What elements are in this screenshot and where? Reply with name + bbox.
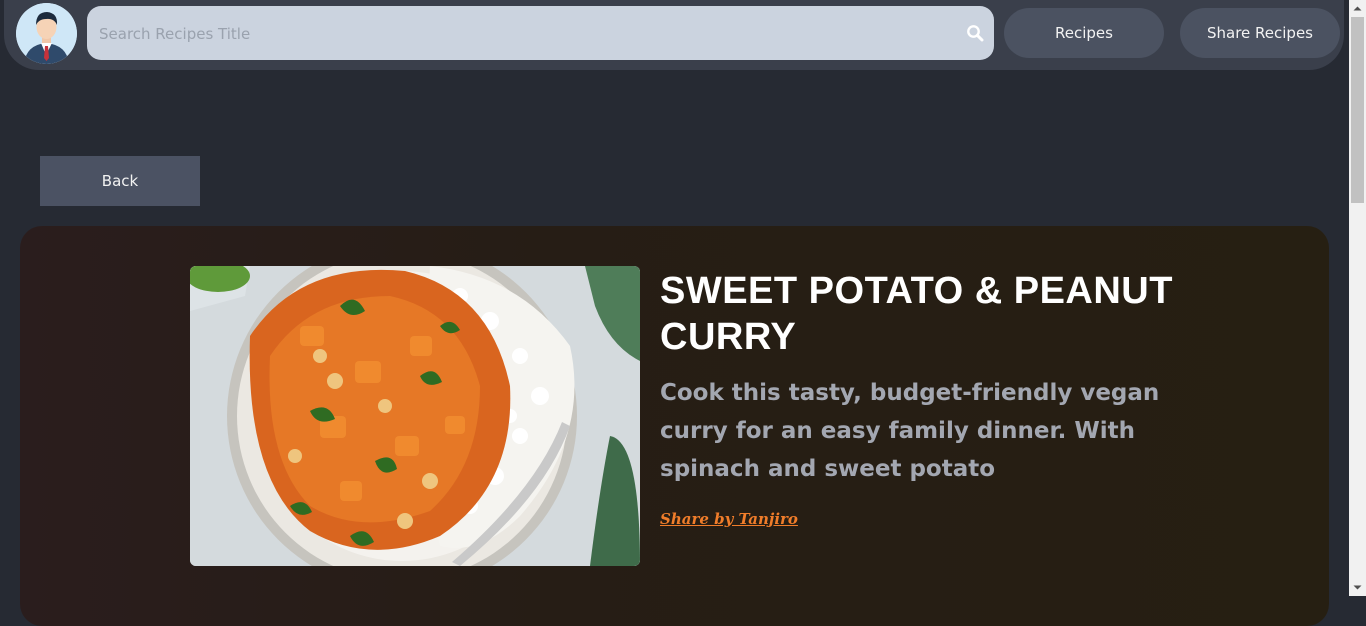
user-avatar-icon[interactable] [16, 3, 77, 64]
scrollbar-thumb[interactable] [1351, 17, 1364, 203]
top-navbar: Recipes Share Recipes [4, 0, 1344, 70]
arrow-up-icon[interactable] [1349, 0, 1366, 17]
back-button[interactable]: Back [40, 156, 200, 206]
recipe-card: SWEET POTATO & PEANUT CURRY Cook this ta… [20, 226, 1329, 626]
page-scrollbar[interactable] [1349, 0, 1366, 596]
recipe-title: SWEET POTATO & PEANUT CURRY [660, 270, 1173, 358]
search-input[interactable] [97, 6, 951, 62]
recipes-button[interactable]: Recipes [1004, 8, 1164, 58]
share-recipes-button[interactable]: Share Recipes [1180, 8, 1340, 58]
share-by-link[interactable]: Share by Tanjiro [660, 510, 798, 528]
recipe-image [190, 266, 640, 566]
recipe-description: Cook this tasty, budget-friendly vegan c… [660, 380, 1160, 482]
search-icon[interactable] [966, 24, 984, 42]
search-bar [87, 6, 994, 62]
arrow-down-icon[interactable] [1349, 579, 1366, 596]
